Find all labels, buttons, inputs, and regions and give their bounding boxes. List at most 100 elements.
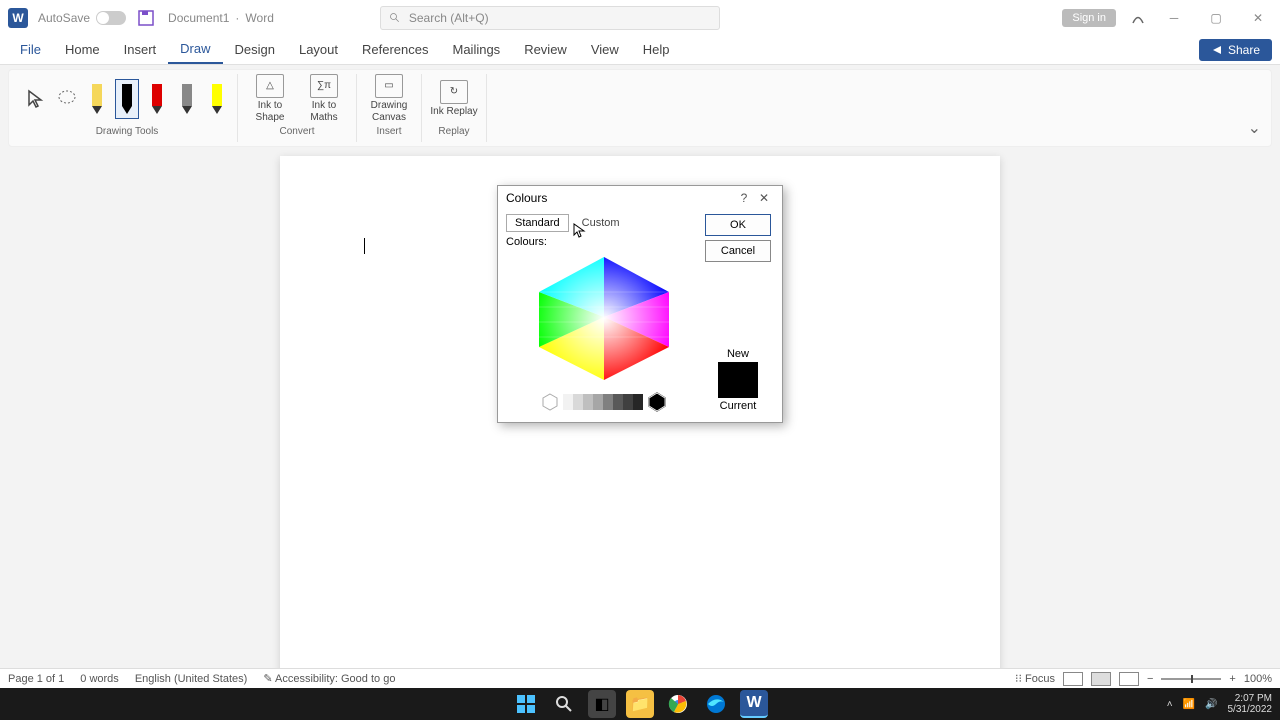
word-count[interactable]: 0 words [80,673,119,685]
group-label-replay: Replay [438,126,469,137]
taskbar-search[interactable] [550,690,578,718]
tab-design[interactable]: Design [223,35,287,64]
share-label: Share [1228,43,1260,57]
tab-standard[interactable]: Standard [506,214,569,232]
zoom-out[interactable]: − [1147,673,1153,685]
view-read-mode[interactable] [1063,672,1083,686]
autosave-toggle[interactable] [96,11,126,25]
start-button[interactable] [512,690,540,718]
gray-swatch[interactable] [623,394,633,410]
pen-red[interactable] [145,79,169,119]
tab-insert[interactable]: Insert [112,35,169,64]
grayscale-row [506,392,702,412]
save-icon[interactable] [138,10,154,26]
tab-mailings[interactable]: Mailings [441,35,513,64]
close-button[interactable]: ✕ [1244,8,1272,28]
taskbar-taskview[interactable]: ◧ [588,690,616,718]
colour-preview-swatch [718,362,758,398]
gray-swatch[interactable] [573,394,583,410]
taskbar-chrome[interactable] [664,690,692,718]
tab-help[interactable]: Help [631,35,682,64]
ribbon-collapse-button[interactable]: ⌄ [1248,118,1261,138]
share-icon [1211,44,1223,56]
app-name: Word [245,11,273,25]
minimize-button[interactable]: ─ [1160,8,1188,28]
pencil-tool[interactable] [175,79,199,119]
sign-in-button[interactable]: Sign in [1062,9,1116,27]
dialog-close-button[interactable]: ✕ [754,191,774,205]
group-insert: ▭Drawing Canvas Insert [357,74,422,142]
grayscale-strip[interactable] [563,394,643,410]
search-placeholder: Search (Alt+Q) [409,11,489,25]
tab-view[interactable]: View [579,35,631,64]
ribbon-tabs: File Home Insert Draw Design Layout Refe… [0,35,1280,65]
taskbar-edge[interactable] [702,690,730,718]
view-print-layout[interactable] [1091,672,1111,686]
zoom-slider[interactable] [1161,678,1221,680]
group-drawing-tools: Drawing Tools [17,74,238,142]
gray-swatch[interactable] [613,394,623,410]
maximize-button[interactable]: ▢ [1202,8,1230,28]
cancel-button[interactable]: Cancel [705,240,771,262]
black-hex-selected[interactable] [647,392,667,412]
windows-taskbar: ◧ 📁 W ˄ 📶 🔊 2:07 PM 5/31/2022 [0,688,1280,720]
group-label-drawing: Drawing Tools [96,126,159,137]
taskbar-word[interactable]: W [740,690,768,718]
colour-hexagon-picker[interactable] [524,252,684,382]
zoom-in[interactable]: + [1229,673,1235,685]
tab-draw[interactable]: Draw [168,35,222,64]
document-title: Document1 [168,11,229,25]
title-separator: · [235,11,239,25]
new-label: New [727,348,749,360]
lasso-tool[interactable] [55,87,79,111]
white-hex[interactable] [541,393,559,411]
taskbar-clock[interactable]: 2:07 PM 5/31/2022 [1228,693,1273,715]
title-bar: W AutoSave Document1 · Word Search (Alt+… [0,0,1280,35]
status-bar: Page 1 of 1 0 words English (United Stat… [0,668,1280,688]
gray-swatch[interactable] [563,394,573,410]
coming-soon-icon[interactable] [1130,10,1146,26]
gray-swatch[interactable] [603,394,613,410]
ok-button[interactable]: OK [705,214,771,236]
ink-replay-button[interactable]: ↻Ink Replay [430,80,478,118]
select-tool[interactable] [25,87,49,111]
tray-chevron-icon[interactable]: ˄ [1167,699,1173,710]
tab-custom[interactable]: Custom [573,214,629,232]
tray-volume-icon[interactable]: 🔊 [1205,699,1217,710]
dialog-help-button[interactable]: ? [734,191,754,205]
eraser-tool[interactable] [85,79,109,119]
ink-to-maths-button[interactable]: ∑πInk to Maths [300,74,348,124]
taskbar-explorer[interactable]: 📁 [626,690,654,718]
accessibility-status[interactable]: ✎ Accessibility: Good to go [263,672,395,685]
search-icon [389,12,401,24]
gray-swatch[interactable] [593,394,603,410]
group-replay: ↻Ink Replay Replay [422,74,487,142]
pen-black[interactable] [115,79,139,119]
ink-to-shape-button[interactable]: △Ink to Shape [246,74,294,124]
drawing-canvas-button[interactable]: ▭Drawing Canvas [365,74,413,124]
focus-mode[interactable]: ⁝⁝ Focus [1015,672,1055,685]
dialog-title-text: Colours [506,191,734,205]
group-label-insert: Insert [376,126,401,137]
tab-references[interactable]: References [350,35,440,64]
text-cursor [364,238,365,254]
search-input[interactable]: Search (Alt+Q) [380,6,720,30]
language-indicator[interactable]: English (United States) [135,673,248,685]
view-web-layout[interactable] [1119,672,1139,686]
dialog-titlebar[interactable]: Colours ? ✕ [498,186,782,210]
gray-swatch[interactable] [633,394,643,410]
share-button[interactable]: Share [1199,39,1272,61]
tab-home[interactable]: Home [53,35,112,64]
tab-file[interactable]: File [8,35,53,64]
gray-swatch[interactable] [583,394,593,410]
current-label: Current [720,400,757,412]
colours-dialog: Colours ? ✕ Standard Custom Colours: [497,185,783,423]
zoom-level[interactable]: 100% [1244,673,1272,685]
page-indicator[interactable]: Page 1 of 1 [8,673,64,685]
tray-wifi-icon[interactable]: 📶 [1183,699,1195,710]
autosave-label: AutoSave [38,11,90,25]
highlighter-tool[interactable] [205,79,229,119]
tab-layout[interactable]: Layout [287,35,350,64]
ribbon-content: Drawing Tools △Ink to Shape ∑πInk to Mat… [8,69,1272,147]
tab-review[interactable]: Review [512,35,579,64]
